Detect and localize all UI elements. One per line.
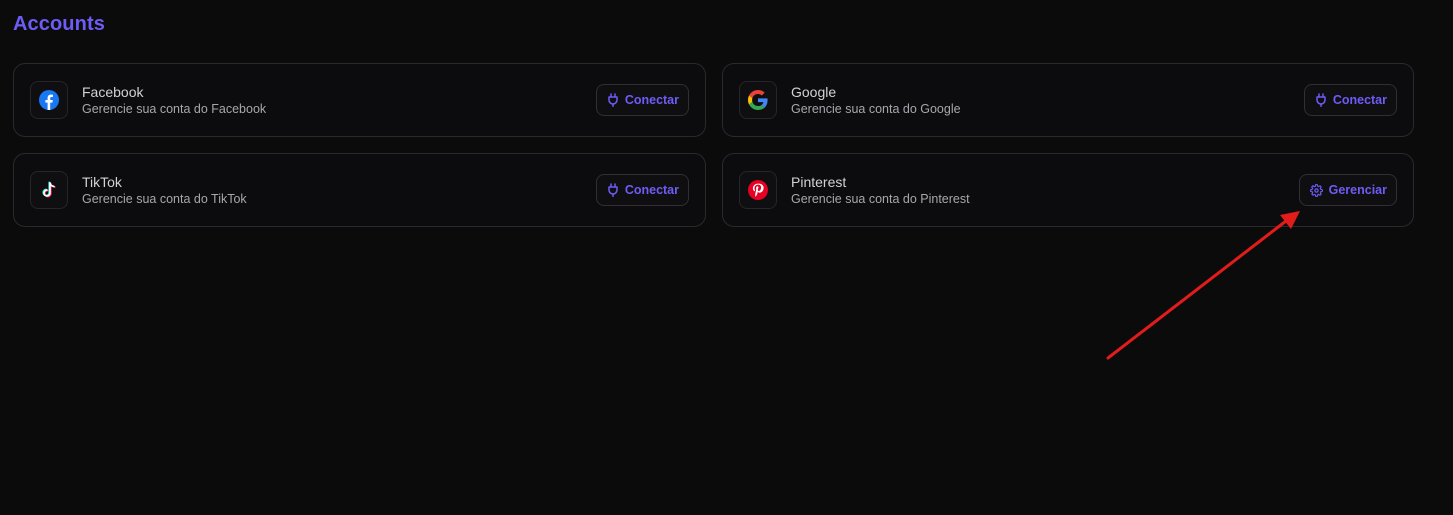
account-description: Gerencie sua conta do Pinterest bbox=[791, 191, 970, 206]
connect-google-button[interactable]: Conectar bbox=[1303, 84, 1397, 116]
google-icon bbox=[748, 90, 768, 110]
connect-facebook-button[interactable]: Conectar bbox=[595, 84, 689, 116]
manage-button-label: Gerenciar bbox=[1328, 183, 1387, 197]
connect-button-label: Conectar bbox=[1332, 93, 1387, 107]
account-info: Facebook Gerencie sua conta do Facebook bbox=[82, 83, 596, 118]
plug-icon bbox=[1315, 93, 1327, 107]
account-name: Pinterest bbox=[791, 173, 847, 190]
account-info: TikTok Gerencie sua conta do TikTok bbox=[82, 173, 596, 208]
page-title: Accounts bbox=[13, 13, 105, 35]
accounts-page: Accounts Facebook Gerencie sua conta do … bbox=[0, 0, 1453, 515]
google-logo bbox=[739, 81, 777, 119]
tiktok-icon bbox=[39, 180, 59, 200]
account-name: Facebook bbox=[82, 83, 144, 100]
connect-button-label: Conectar bbox=[624, 93, 679, 107]
plug-icon bbox=[607, 183, 619, 197]
account-name: Google bbox=[791, 83, 837, 100]
account-info: Google Gerencie sua conta do Google bbox=[791, 83, 1304, 118]
accounts-grid: Facebook Gerencie sua conta do Facebook … bbox=[13, 63, 1414, 227]
connect-tiktok-button[interactable]: Conectar bbox=[595, 174, 689, 206]
account-description: Gerencie sua conta do TikTok bbox=[82, 191, 247, 206]
facebook-logo bbox=[30, 81, 68, 119]
connect-button-label: Conectar bbox=[624, 183, 679, 197]
account-card-facebook: Facebook Gerencie sua conta do Facebook … bbox=[13, 63, 706, 137]
account-description: Gerencie sua conta do Facebook bbox=[82, 101, 267, 116]
facebook-icon bbox=[39, 90, 59, 110]
account-info: Pinterest Gerencie sua conta do Pinteres… bbox=[791, 173, 1299, 208]
account-card-tiktok: TikTok Gerencie sua conta do TikTok Cone… bbox=[13, 153, 706, 227]
account-card-google: Google Gerencie sua conta do Google Cone… bbox=[722, 63, 1414, 137]
gear-icon bbox=[1309, 183, 1323, 197]
tiktok-logo bbox=[30, 171, 68, 209]
pinterest-icon bbox=[748, 180, 768, 200]
manage-pinterest-button[interactable]: Gerenciar bbox=[1298, 174, 1397, 206]
account-description: Gerencie sua conta do Google bbox=[791, 101, 961, 116]
pinterest-logo bbox=[739, 171, 777, 209]
plug-icon bbox=[607, 93, 619, 107]
account-card-pinterest: Pinterest Gerencie sua conta do Pinteres… bbox=[722, 153, 1414, 227]
account-name: TikTok bbox=[82, 173, 122, 190]
